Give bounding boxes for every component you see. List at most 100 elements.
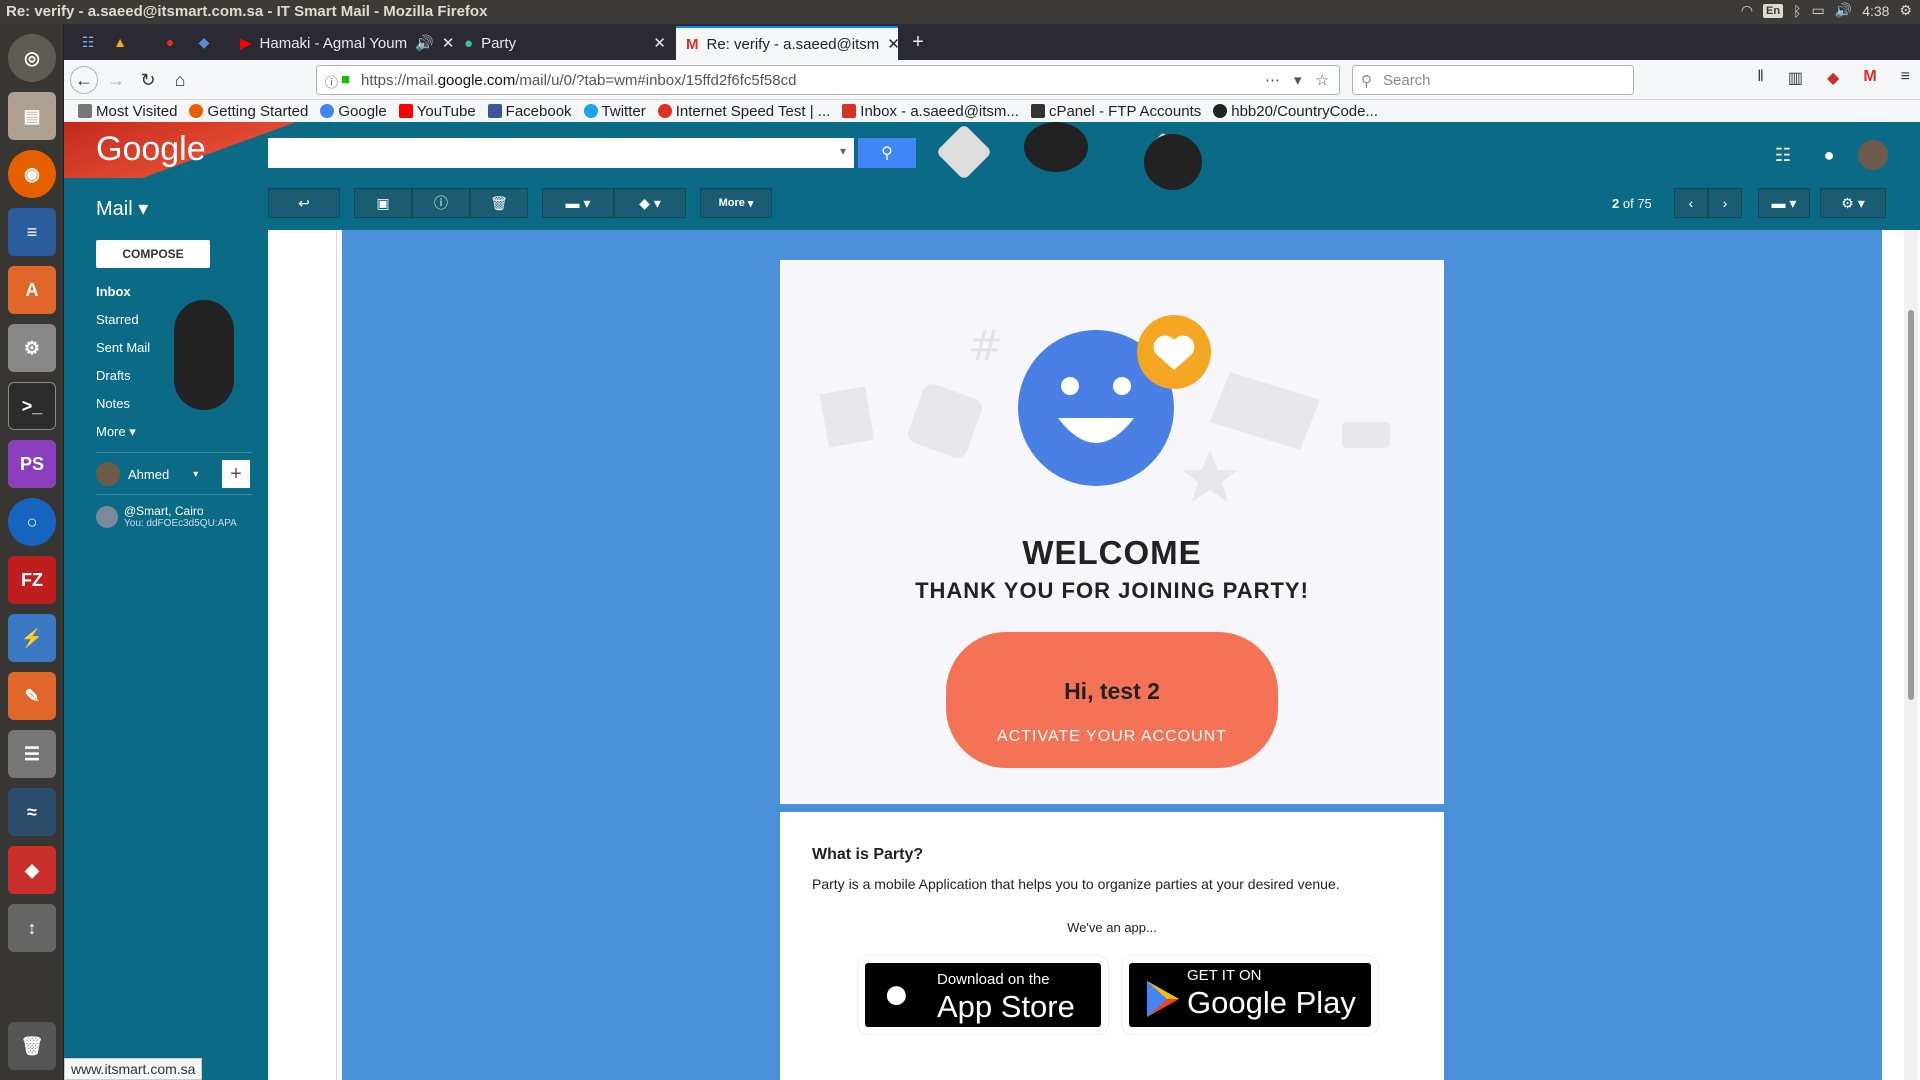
bookmark-item[interactable]: Most Visited — [78, 103, 177, 120]
menu-icon[interactable]: ≡ — [1901, 68, 1910, 88]
page-actions-icon[interactable]: ⋯ — [1265, 71, 1280, 89]
chevron-down-icon[interactable]: ▾ — [193, 469, 198, 480]
google-play-badge[interactable]: GET IT ON Google Play — [1121, 955, 1379, 1035]
url-text[interactable]: https://mail.google.com/mail/u/0/?tab=wm… — [361, 72, 796, 89]
chromium-icon[interactable]: ○ — [8, 498, 56, 546]
bookmark-item[interactable]: Getting Started — [189, 103, 308, 120]
phpstorm-icon[interactable]: PS — [8, 440, 56, 488]
nav-drafts[interactable]: Drafts — [96, 368, 131, 383]
url-bar[interactable]: ⓘ ■ https://mail.google.com/mail/u/0/?ta… — [316, 65, 1340, 95]
keyboard-layout-indicator[interactable]: En — [1763, 3, 1784, 18]
tab-gmail[interactable]: M Re: verify - a.saeed@itsm ✕ — [676, 26, 898, 60]
sidebar-icon[interactable]: ▥ — [1788, 68, 1803, 88]
remote-desktop-icon[interactable]: ⚡ — [8, 614, 56, 662]
labels-button[interactable]: ◆ ▾ — [614, 188, 686, 218]
library-icon[interactable]: ‖ — [1757, 68, 1764, 88]
software-center-icon[interactable]: A — [8, 266, 56, 314]
writer-icon[interactable]: ≡ — [8, 208, 56, 256]
search-placeholder: Search — [1383, 72, 1431, 89]
battery-icon[interactable]: ▭ — [1812, 2, 1825, 19]
ninja-figure-icon — [1024, 122, 1088, 172]
bookmark-item[interactable]: YouTube — [398, 103, 476, 120]
nav-inbox[interactable]: Inbox — [96, 284, 131, 299]
search-input[interactable]: ⚲ Search — [1352, 65, 1634, 95]
close-tab-icon[interactable]: ✕ — [653, 34, 666, 52]
delete-button[interactable]: 🗑 — [470, 188, 528, 218]
back-icon[interactable]: ← — [70, 66, 98, 94]
search-options-icon[interactable]: ▾ — [840, 144, 846, 158]
settings-gear-icon[interactable]: ⚙ — [1899, 2, 1912, 19]
new-conversation-button[interactable]: + — [222, 460, 250, 488]
hangout-item[interactable]: @Smart, Cairo You: ddFOEc3d5QU:APA — [96, 504, 237, 529]
home-icon[interactable]: ⌂ — [166, 66, 194, 94]
mail-search-button[interactable]: ⚲ — [858, 138, 916, 168]
clock[interactable]: ‫4:38‬ — [1862, 3, 1889, 19]
apps-grid-icon[interactable]: ☷ — [1768, 140, 1798, 170]
bookmark-item[interactable]: Twitter — [583, 103, 646, 120]
bluetooth-icon[interactable]: ᛒ — [1793, 3, 1801, 19]
new-tab-icon[interactable]: + — [906, 30, 930, 54]
settings-icon[interactable]: ⚙ ▾ — [1820, 188, 1886, 218]
bookmark-favicon — [398, 104, 413, 118]
chat-status[interactable]: Ahmed ▾ — [96, 462, 198, 486]
pinned-tab-fire-icon[interactable]: ▲ — [108, 30, 132, 54]
compose-button[interactable]: COMPOSE — [96, 240, 210, 268]
files-icon[interactable]: ▤ — [8, 92, 56, 140]
gmail-notifier-icon[interactable]: M — [1863, 68, 1876, 88]
app-store-badge[interactable]: ● Download on the App Store — [857, 955, 1109, 1035]
git-icon[interactable]: ◆ — [8, 846, 56, 894]
activate-account-button[interactable]: Hi, test 2 ACTIVATE YOUR ACCOUNT — [946, 632, 1278, 768]
pinned-tab-ninja-icon[interactable]: ◆ — [192, 30, 216, 54]
scrollbar-thumb[interactable] — [1908, 310, 1914, 700]
mysql-workbench-icon[interactable]: ≈ — [8, 788, 56, 836]
trash-icon[interactable]: 🗑 — [8, 1022, 56, 1070]
bookmark-item[interactable]: Facebook — [487, 103, 572, 120]
nav-notes[interactable]: Notes — [96, 396, 130, 411]
speaker-icon[interactable]: 🔊 — [415, 34, 434, 52]
google-logo[interactable]: Google — [96, 130, 206, 169]
more-actions-button[interactable]: More ▾ — [700, 188, 772, 218]
move-to-button[interactable]: ▬ ▾ — [542, 188, 614, 218]
ubuntu-dash-icon[interactable]: ◎ — [8, 34, 56, 82]
nav-sent-mail[interactable]: Sent Mail — [96, 340, 150, 355]
close-tab-icon[interactable]: ✕ — [442, 34, 454, 52]
tab-party[interactable]: ● Party ✕ — [454, 26, 676, 60]
terminal-icon[interactable]: >_ — [8, 382, 56, 430]
bookmark-item[interactable]: Inbox - a.saeed@itsm... — [842, 103, 1019, 120]
editor-icon[interactable]: ✎ — [8, 672, 56, 720]
bookmark-item[interactable]: Internet Speed Test | ... — [657, 103, 830, 120]
mail-menu[interactable]: Mail ▾ — [96, 196, 148, 221]
ublock-icon[interactable]: ◆ — [1827, 68, 1839, 88]
filezilla-icon[interactable]: FZ — [8, 556, 56, 604]
input-tools-button[interactable]: ▬ ▾ — [1758, 188, 1810, 218]
lock-icon[interactable]: ■ — [341, 71, 350, 88]
account-avatar[interactable] — [1858, 140, 1888, 170]
archive-button[interactable]: ▣ — [354, 188, 412, 218]
report-spam-button[interactable]: ⓘ — [412, 188, 470, 218]
volume-icon[interactable]: 🔊 — [1835, 2, 1852, 19]
bookmark-item[interactable]: Google — [320, 103, 387, 120]
bookmark-item[interactable]: hbb20/CountryCode... — [1213, 103, 1378, 120]
nav-more[interactable]: More ▾ — [96, 424, 136, 440]
pocket-icon[interactable]: ▾ — [1294, 71, 1302, 89]
usb-drive-icon[interactable]: ↕ — [8, 904, 56, 952]
system-settings-icon[interactable]: ⚙ — [8, 324, 56, 372]
tab-youtube[interactable]: ▶ Hamaki - Agmal Youm 🔊 ✕ — [230, 26, 454, 60]
notifications-bell-icon[interactable]: ● — [1814, 140, 1844, 170]
pinned-tab-alert-icon[interactable]: ● — [158, 30, 182, 54]
older-icon[interactable]: › — [1708, 188, 1742, 218]
wifi-icon[interactable]: ◠ — [1741, 2, 1753, 19]
database-icon[interactable]: ☰ — [8, 730, 56, 778]
nav-starred[interactable]: Starred — [96, 312, 139, 327]
firefox-icon[interactable]: ◉ — [8, 150, 56, 198]
mail-search-input[interactable]: ▾ — [268, 138, 854, 168]
newer-icon[interactable]: ‹ — [1674, 188, 1708, 218]
forward-icon[interactable]: → — [102, 66, 130, 94]
bookmark-star-icon[interactable]: ☆ — [1316, 71, 1329, 89]
back-to-inbox-button[interactable]: ↩ — [268, 188, 340, 218]
pinned-tab-apps-icon[interactable]: ☷ — [76, 30, 100, 54]
reload-icon[interactable]: ↻ — [134, 66, 162, 94]
bookmark-item[interactable]: cPanel - FTP Accounts — [1030, 103, 1201, 120]
info-icon[interactable]: ⓘ — [325, 72, 338, 91]
close-tab-icon[interactable]: ✕ — [887, 35, 898, 53]
